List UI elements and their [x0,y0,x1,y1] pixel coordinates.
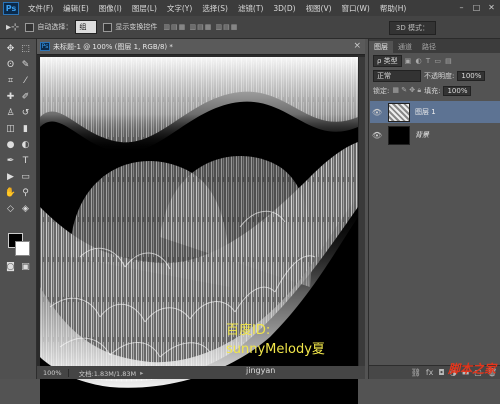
menu-filter[interactable]: 滤镜(T) [233,3,268,14]
screen-mode-icon[interactable]: ▣ [19,261,32,272]
menu-type[interactable]: 文字(Y) [162,3,197,14]
status-menu-arrow-icon[interactable]: ▸ [140,369,143,377]
gradient-tool-icon[interactable]: ▮ [19,123,32,134]
menu-window[interactable]: 窗口(W) [337,3,375,14]
site-watermark: 脚本之家 [447,362,496,376]
lock-icons[interactable]: ▦ ✎ ✥ 🔒︎ [392,86,421,95]
ps-document-icon: Ps [40,42,50,51]
fill-input[interactable]: 100% [443,85,472,96]
menu-file[interactable]: 文件(F) [23,3,58,14]
auto-select-label: 自动选择： [37,23,73,31]
maximize-icon[interactable]: □ [470,1,483,13]
top-drip-fade [40,57,358,153]
eraser-tool-icon[interactable]: ◫ [4,123,17,134]
auto-select-option[interactable]: 自动选择： 组 [25,20,98,34]
lock-row: 锁定: ▦ ✎ ✥ 🔒︎ 填充: 100% [369,83,500,98]
visibility-eye-icon[interactable]: 👁︎ [370,108,384,117]
watermark-username: sunnyMelody夏 [226,342,325,357]
jingyan-watermark: jingyan [246,366,276,375]
show-transform-option[interactable]: 显示变换控件 [103,22,157,32]
brush-tool-icon[interactable]: ✐ [19,91,32,102]
menu-view[interactable]: 视图(V) [301,3,337,14]
move-tool-icon[interactable]: ✥ [4,43,17,54]
tools-panel: ✥ ⬚ ʘ ✎ ⌗ ⁄ ✚ ✐ ♙ ↺ ◫ ▮ ● ◐ ✒ T ▶ ▭ ✋ ⚲ … [0,39,37,379]
layer-row-layer1[interactable]: 👁︎ 图层 1 [370,101,500,123]
show-transform-label: 显示变换控件 [115,23,158,31]
lasso-tool-icon[interactable]: ʘ [4,59,17,70]
eyedropper-icon[interactable]: ⁄ [19,75,32,86]
photoshop-logo: Ps [3,1,19,15]
layer-filter-row: ρ 类型 ▣ ◐ T ▭ ▤ [369,53,500,68]
vertical-scrollbar[interactable] [359,57,365,366]
tab-layers[interactable]: 图层 [369,41,393,53]
3d-camera-icon[interactable]: ◈ [19,203,32,214]
document-tab[interactable]: Ps 未标题-1 @ 100% (图层 1, RGB/8) * × [37,39,365,55]
menu-select[interactable]: 选择(S) [197,3,233,14]
menu-help[interactable]: 帮助(H) [375,3,412,14]
status-bar: 100% 文档:1.83M/1.83M ▸ [37,366,365,379]
menu-bar: Ps 文件(F) 编辑(E) 图像(I) 图层(L) 文字(Y) 选择(S) 滤… [0,0,500,16]
opacity-label: 不透明度: [424,71,455,80]
window-controls: – □ ✕ [455,1,498,13]
3d-tool-icon[interactable]: ◇ [4,203,17,214]
document-title: 未标题-1 @ 100% (图层 1, RGB/8) * [53,42,173,51]
fx-icon[interactable]: fx [426,368,434,377]
menu-layer[interactable]: 图层(L) [127,3,162,14]
minimize-icon[interactable]: – [455,1,468,13]
filter-icons[interactable]: ▣ ◐ T ▭ ▤ [405,57,453,65]
crop-tool-icon[interactable]: ⌗ [4,75,17,86]
watermark-baidu-id: 百度ID: [226,323,271,338]
document-info: 文档:1.83M/1.83M [78,369,137,378]
layer-thumbnail [388,125,410,145]
hand-tool-icon[interactable]: ✋ [4,187,17,198]
auto-select-dropdown[interactable]: 组 [75,20,98,34]
options-bar: ▸⊹ 自动选择： 组 显示变换控件 ▥▤▦ ▥▤▦ ▥▤▦ 3D 模式： [0,16,500,39]
3d-mode-label: 3D 模式： [388,21,436,35]
move-tool-preset-icon[interactable]: ▸⊹ [6,22,19,33]
shape-tool-icon[interactable]: ▭ [19,171,32,182]
panel-tabs: 图层 通道 路径 [369,39,500,53]
fill-label: 填充: [424,86,441,95]
document-window: Ps 未标题-1 @ 100% (图层 1, RGB/8) * × 百度ID: … [37,39,365,404]
opacity-input[interactable]: 100% [457,70,486,81]
tab-channels[interactable]: 通道 [393,41,417,53]
lock-label: 锁定: [373,86,390,95]
zoom-level[interactable]: 100% [37,368,69,377]
mask-icon[interactable]: ◘ [438,368,444,377]
layer-thumbnail [388,102,410,122]
background-color-swatch[interactable] [15,241,30,256]
layer-name: 图层 1 [415,108,436,116]
layers-panel: 图层 通道 路径 ρ 类型 ▣ ◐ T ▭ ▤ 正常 不透明度: 100% 锁定… [368,39,500,379]
image-canvas[interactable]: 百度ID: sunnyMelody夏 [40,57,358,404]
blend-row: 正常 不透明度: 100% [369,68,500,83]
pen-tool-icon[interactable]: ✒ [4,155,17,166]
menu-image[interactable]: 图像(I) [94,3,127,14]
healing-brush-icon[interactable]: ✚ [4,91,17,102]
dodge-tool-icon[interactable]: ◐ [19,139,32,150]
menu-3d[interactable]: 3D(D) [268,4,300,13]
align-icons[interactable]: ▥▤▦ ▥▤▦ ▥▤▦ [163,23,238,31]
visibility-eye-icon[interactable]: 👁︎ [370,131,384,140]
menu-edit[interactable]: 编辑(E) [58,3,94,14]
link-layers-icon[interactable]: ⛓︎ [411,368,421,377]
quick-select-icon[interactable]: ✎ [19,59,32,70]
clone-stamp-icon[interactable]: ♙ [4,107,17,118]
zoom-tool-icon[interactable]: ⚲ [19,187,32,198]
quick-mask-icon[interactable]: ◙ [4,261,17,272]
layer-row-background[interactable]: 👁︎ 背景 [370,124,500,146]
type-tool-icon[interactable]: T [19,155,32,166]
auto-select-checkbox[interactable] [25,22,35,32]
path-select-icon[interactable]: ▶ [4,171,17,182]
close-document-icon[interactable]: × [353,41,361,51]
marquee-tool-icon[interactable]: ⬚ [19,43,32,54]
blur-tool-icon[interactable]: ● [4,139,17,150]
close-icon[interactable]: ✕ [485,1,498,13]
history-brush-icon[interactable]: ↺ [19,107,32,118]
tab-paths[interactable]: 路径 [417,41,441,53]
blend-mode-select[interactable]: 正常 [373,69,421,82]
layer-name: 背景 [415,131,429,139]
show-transform-checkbox[interactable] [103,22,113,32]
layer-kind-filter[interactable]: ρ 类型 [373,54,402,67]
